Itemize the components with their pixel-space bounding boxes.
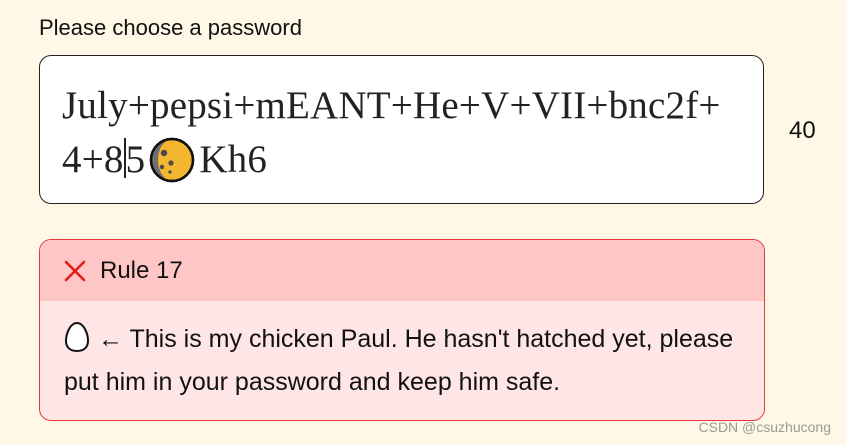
egg-icon [64, 322, 90, 353]
character-count: 40 [789, 117, 816, 144]
rule-title: Rule 17 [100, 256, 183, 284]
password-text-after-caret: 5 [125, 138, 146, 181]
watermark: CSDN @csuzhucong [698, 419, 832, 435]
text-caret [123, 138, 126, 178]
page: Please choose a password July+pepsi+mEAN… [0, 0, 846, 445]
moon-phase-icon [150, 137, 195, 183]
rule-description: ← This is my chicken Paul. He hasn't hat… [40, 301, 764, 404]
rule-text: ← This is my chicken Paul. He hasn't hat… [64, 325, 734, 396]
password-text-before-caret: 4+8 [62, 138, 124, 181]
rule-header: Rule 17 [40, 240, 764, 301]
x-icon [64, 260, 86, 281]
password-line-2: 4+8 5 Kh6 [62, 133, 741, 187]
password-prompt-label: Please choose a password [39, 15, 302, 40]
password-line-1: July+pepsi+mEANT+He+V+VII+bnc2f+ [62, 84, 721, 127]
password-input[interactable]: July+pepsi+mEANT+He+V+VII+bnc2f+ 4+8 5 Kh… [39, 55, 764, 204]
password-text-end: Kh6 [199, 138, 268, 181]
rule-card-failed: Rule 17 ← This is my chicken Paul. He ha… [39, 239, 765, 421]
